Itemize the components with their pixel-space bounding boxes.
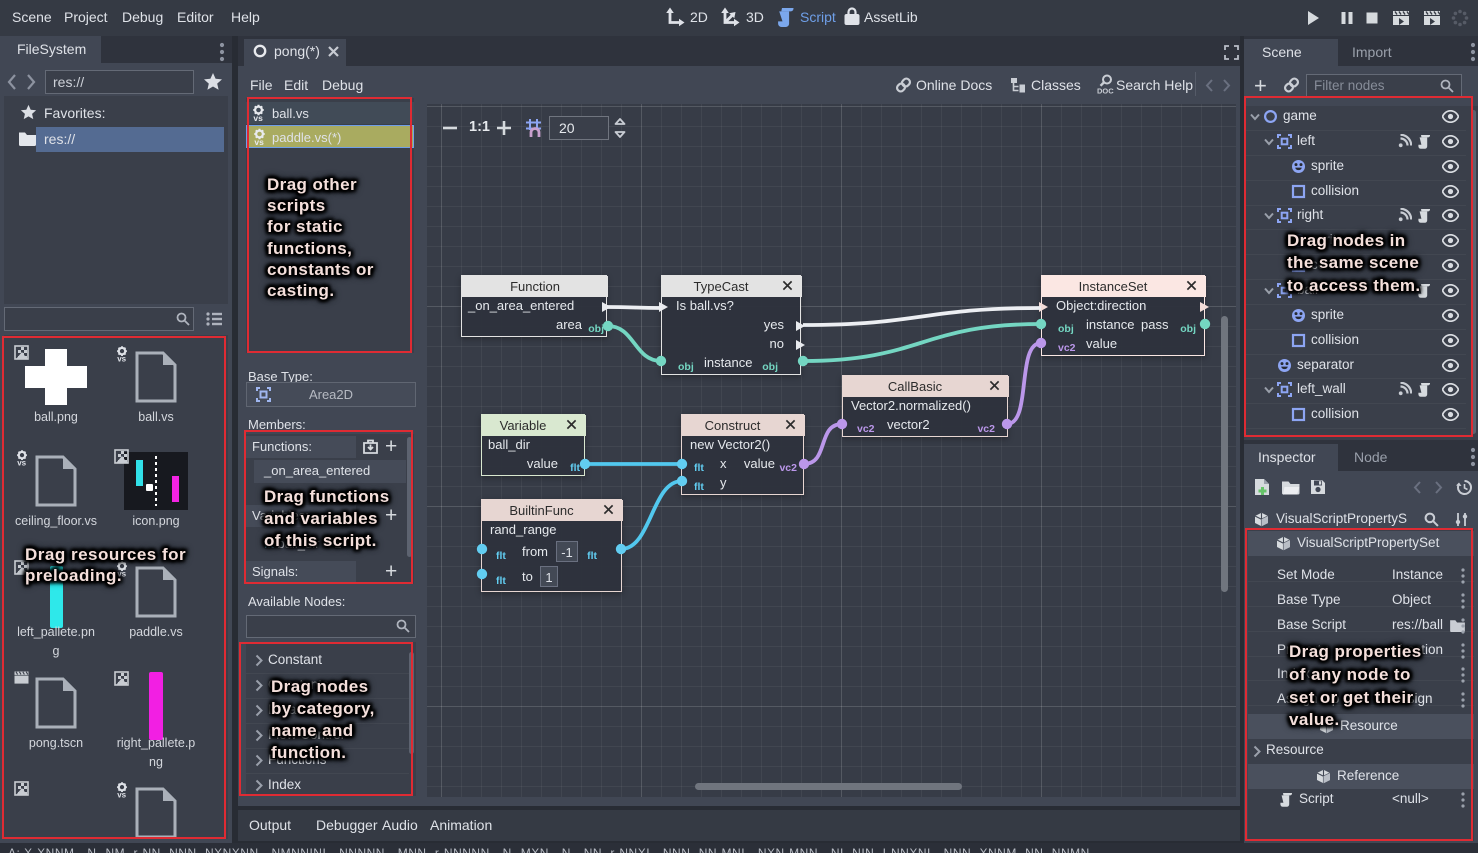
svg-text:DOC: DOC [1097, 87, 1114, 96]
svg-text:vs: vs [254, 137, 264, 145]
svg-text:vs: vs [17, 458, 26, 466]
svg-text:vs: vs [117, 354, 126, 362]
svg-text:vs: vs [117, 790, 126, 798]
svg-text:vs: vs [253, 113, 263, 121]
